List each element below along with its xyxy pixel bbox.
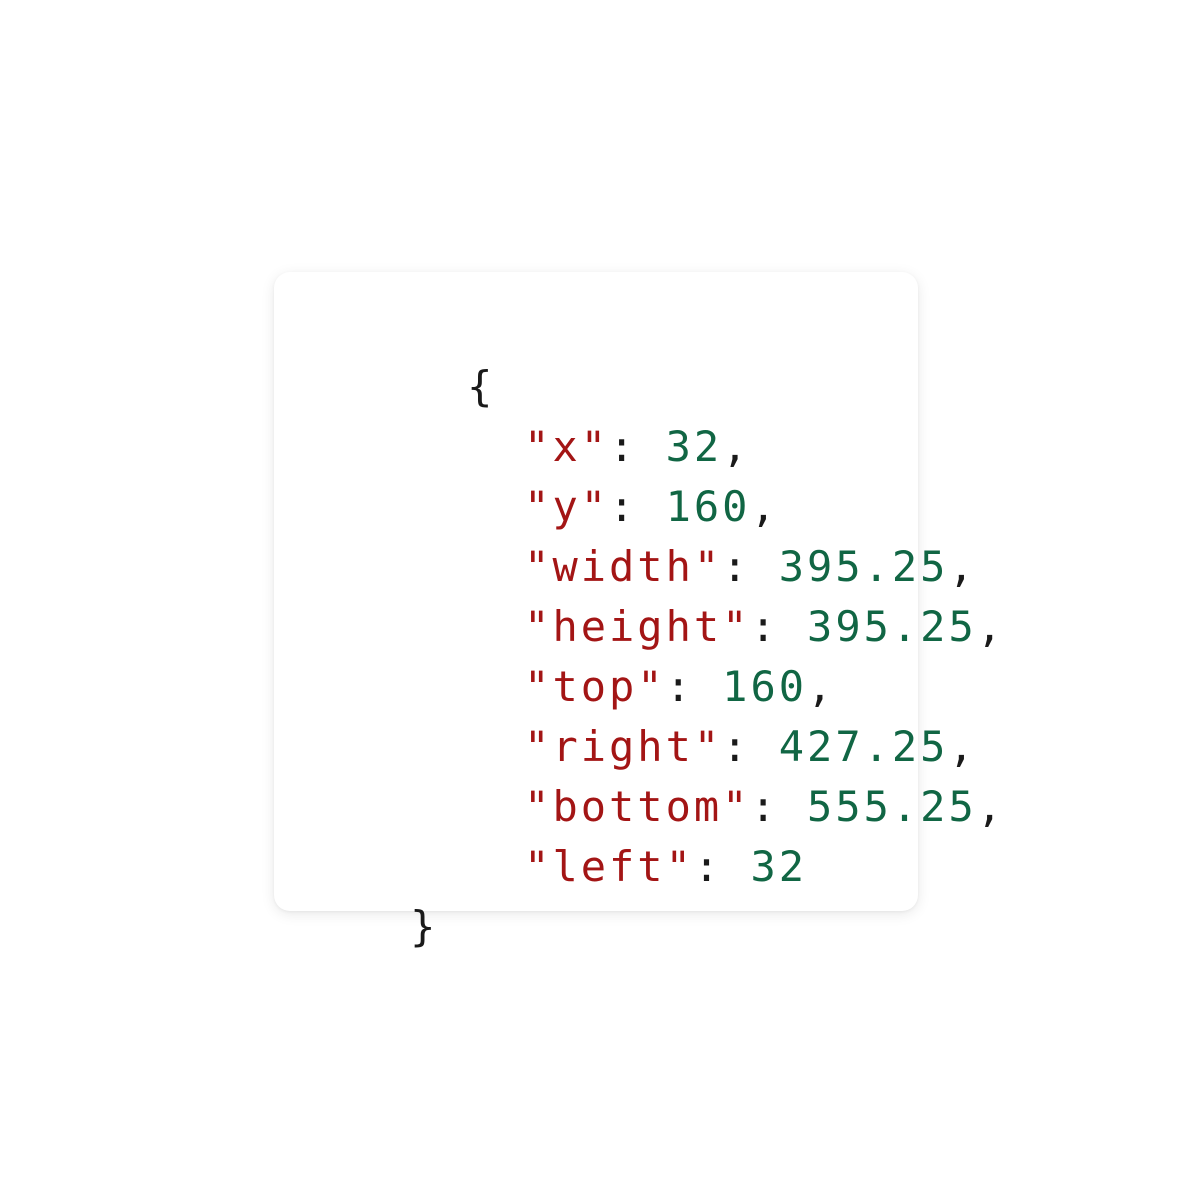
json-value: 32 [750,842,808,891]
code-line-left: "left": 32 [274,777,807,891]
colon: : [693,842,751,891]
comma: , [976,602,1006,651]
code-line-close-brace: } [274,837,438,951]
code-line-open-brace: { [274,297,495,411]
code-line-bottom: "bottom": 555.25, [274,717,1005,831]
json-value: 555.25 [807,782,977,831]
code-snippet-card: { "x": 32, "y": 160, "width": 395.25, "h… [274,272,1002,951]
code-line-right: "right": 427.25, [274,657,977,771]
code-line-top: "top": 160, [274,597,835,711]
code-line-height: "height": 395.25, [274,537,1005,651]
json-key: "left" [524,842,694,891]
code-line-width: "width": 395.25, [274,477,977,591]
code-line-y: "y": 160, [274,417,779,531]
code-line-x: "x": 32, [274,357,750,471]
comma: , [976,782,1006,831]
close-brace: } [410,902,439,951]
